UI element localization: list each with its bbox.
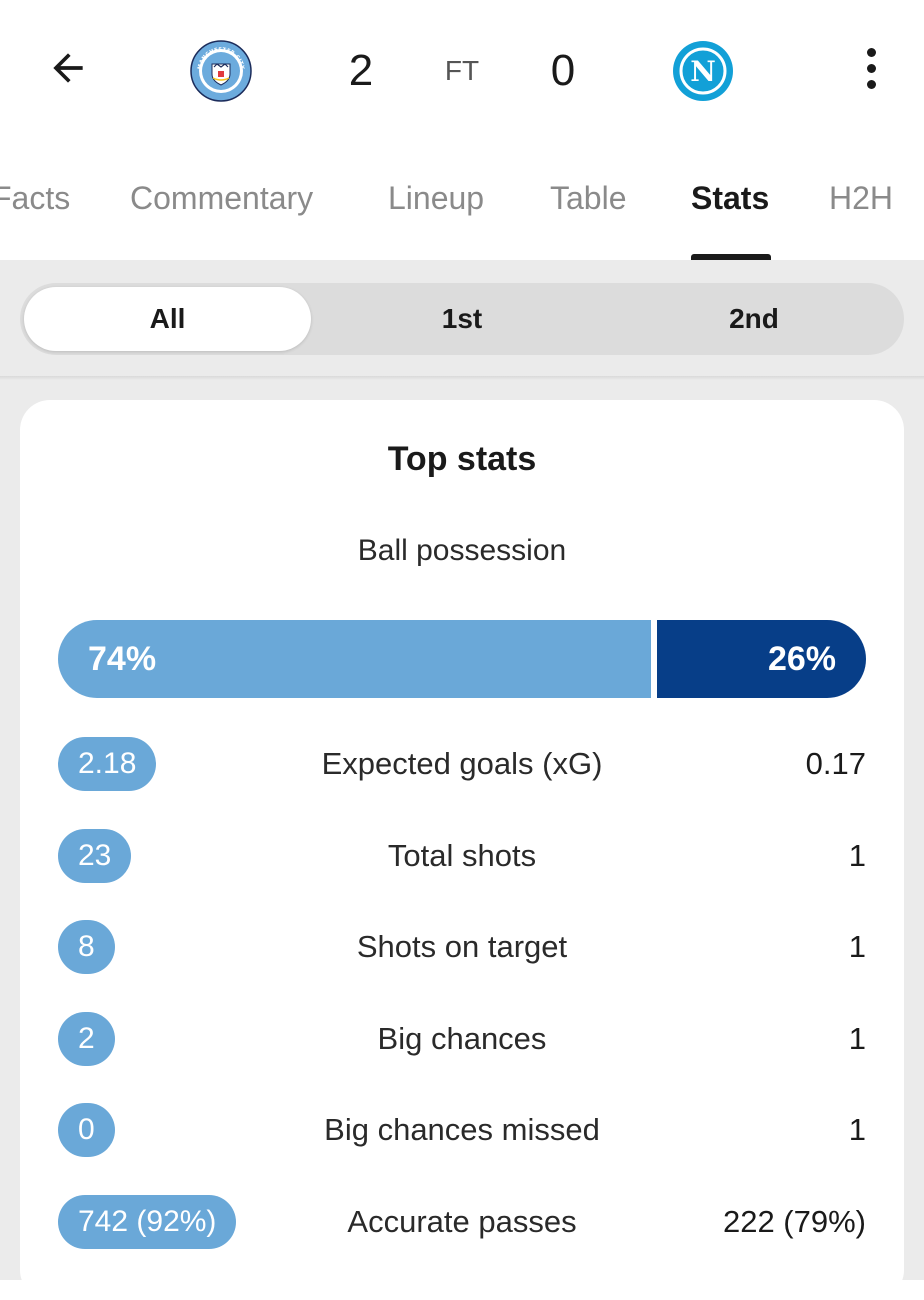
away-value: 1: [848, 1021, 866, 1056]
away-value: 0.17: [805, 746, 866, 781]
away-value: 1: [848, 1112, 866, 1147]
card-title: Top stats: [387, 440, 537, 478]
possession-away: 26%: [657, 620, 866, 698]
stat-label: Shots on target: [356, 929, 568, 964]
tab-stats[interactable]: Stats: [691, 180, 769, 230]
top-stats-card: Top stats Ball possession 74% 26% 2.18 E…: [20, 400, 904, 1300]
period-selector: All 1st 2nd: [20, 283, 904, 355]
home-value-pill: 23: [58, 829, 132, 883]
stat-label: Total shots: [387, 838, 537, 873]
stat-row-big-chances: 2 Big chances 1: [58, 1012, 866, 1068]
home-team-logo[interactable]: MANCHESTER CITY: [190, 40, 252, 102]
stat-label: Big chances: [377, 1021, 547, 1056]
away-value: 1: [848, 929, 866, 964]
stat-label: Expected goals (xG): [321, 746, 603, 781]
svg-text:N: N: [690, 55, 716, 88]
period-all[interactable]: All: [24, 287, 311, 351]
stat-row-accurate-passes: 742 (92%) Accurate passes 222 (79%): [58, 1195, 866, 1251]
tab-table[interactable]: Table: [550, 180, 627, 230]
home-value-pill: 0: [58, 1103, 115, 1157]
possession-home: 74%: [58, 620, 651, 698]
section-divider: [0, 376, 924, 380]
manchester-city-crest: MANCHESTER CITY: [190, 40, 252, 102]
away-value: 222 (79%): [722, 1204, 866, 1239]
match-tabs: Facts Commentary Lineup Table Stats H2H: [0, 150, 924, 260]
more-options-button[interactable]: [846, 40, 896, 96]
away-score: 0: [550, 46, 576, 95]
tab-facts[interactable]: Facts: [0, 180, 70, 230]
arrow-left-icon: [53, 53, 83, 83]
period-1st[interactable]: 1st: [316, 283, 608, 355]
stat-row-total-shots: 23 Total shots 1: [58, 829, 866, 885]
possession-label: Ball possession: [357, 534, 567, 567]
match-header: MANCHESTER CITY 2 FT 0 N: [0, 0, 924, 140]
home-value-pill: 2.18: [58, 737, 157, 791]
stat-row-xg: 2.18 Expected goals (xG) 0.17: [58, 737, 866, 793]
tab-h2h[interactable]: H2H: [829, 180, 893, 230]
more-vertical-icon: [866, 47, 876, 57]
away-team-logo[interactable]: N: [672, 40, 734, 102]
home-value-pill: 2: [58, 1012, 115, 1066]
home-score: 2: [348, 46, 374, 95]
tab-commentary[interactable]: Commentary: [130, 180, 313, 230]
home-value-pill: 8: [58, 920, 115, 974]
stat-row-big-chances-missed: 0 Big chances missed 1: [58, 1103, 866, 1159]
possession-bar: 74% 26%: [58, 620, 866, 698]
stat-label: Accurate passes: [347, 1204, 577, 1239]
period-2nd[interactable]: 2nd: [608, 283, 900, 355]
stat-row-shots-on-target: 8 Shots on target 1: [58, 920, 866, 976]
napoli-crest: N: [673, 41, 733, 101]
stat-label: Big chances missed: [324, 1112, 600, 1147]
away-value: 1: [848, 838, 866, 873]
home-value-pill: 742 (92%): [58, 1195, 237, 1249]
back-button[interactable]: [40, 40, 96, 96]
tab-lineup[interactable]: Lineup: [388, 180, 484, 230]
match-status: FT: [444, 55, 480, 86]
